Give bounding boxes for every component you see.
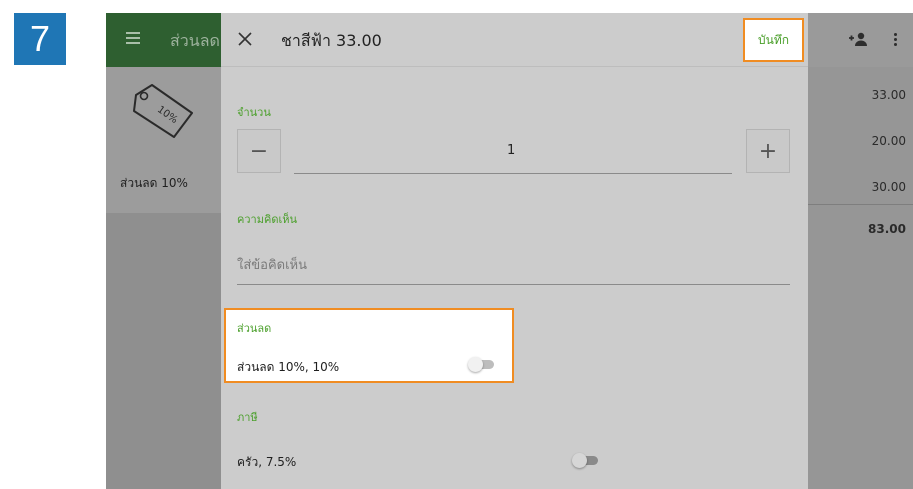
menu-icon[interactable] <box>126 32 140 44</box>
order-panel: 33.00 20.00 30.00 83.00 <box>808 67 913 489</box>
comment-label: ความคิดเห็น <box>237 213 297 226</box>
comment-input[interactable] <box>237 245 790 285</box>
tax-label: ภาษี <box>237 411 258 424</box>
increase-quantity-button[interactable]: + <box>746 129 790 173</box>
discount-panel: 10% ส่วนลด 10% <box>106 67 221 489</box>
tag-text: 10% <box>155 104 180 126</box>
app-screen: ส่วนลด 10% ส่วนลด 10% 33.00 20.00 30.00 … <box>106 13 913 489</box>
line-price: 33.00 <box>871 88 906 102</box>
tag-icon: 10% <box>133 84 193 138</box>
add-person-icon[interactable] <box>848 31 868 47</box>
discount-toggle[interactable] <box>468 357 496 372</box>
save-button[interactable]: บันทึก <box>743 18 804 62</box>
tutorial-frame: 7 ส่วนลด 10% ส่วนลด 10% 33.00 20.00 30.0… <box>0 0 913 489</box>
app-title: ส่วนลด <box>170 31 220 50</box>
close-icon[interactable] <box>236 30 254 48</box>
quantity-underline <box>294 173 732 174</box>
line-price: 30.00 <box>871 180 906 194</box>
item-edit-dialog: ชาสีฟ้า 33.00 บันทึก จำนวน − 1 + ความคิด… <box>221 13 808 489</box>
quantity-value[interactable]: 1 <box>507 143 515 158</box>
discount-label: ส่วนลด <box>237 322 272 335</box>
order-total: 83.00 <box>868 222 906 236</box>
quantity-label: จำนวน <box>237 106 271 119</box>
more-vert-icon[interactable] <box>894 33 898 47</box>
discount-tile-label: ส่วนลด 10% <box>120 176 188 190</box>
discount-tile[interactable]: 10% ส่วนลด 10% <box>106 67 221 213</box>
divider <box>808 204 913 205</box>
decrease-quantity-button[interactable]: − <box>237 129 281 173</box>
dialog-title: ชาสีฟ้า 33.00 <box>281 31 382 50</box>
discount-section: ส่วนลด ส่วนลด 10%, 10% <box>224 308 514 383</box>
dialog-header: ชาสีฟ้า 33.00 บันทึก <box>221 13 808 67</box>
discount-item-label: ส่วนลด 10%, 10% <box>237 360 340 374</box>
tax-toggle[interactable] <box>572 453 600 468</box>
app-bar: ส่วนลด <box>106 13 221 67</box>
tax-item-label: ครัว, 7.5% <box>237 455 297 469</box>
line-price: 20.00 <box>871 134 906 148</box>
app-bar-actions <box>808 13 913 67</box>
step-number-badge: 7 <box>14 13 66 65</box>
